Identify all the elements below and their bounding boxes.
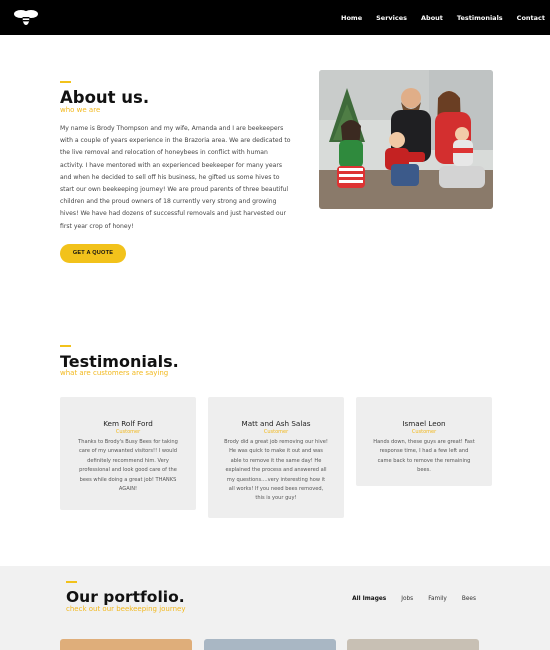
family-photo xyxy=(319,70,493,209)
filter-all-images[interactable]: All Images xyxy=(352,596,386,602)
nav-testimonials[interactable]: Testimonials xyxy=(457,14,503,22)
nav-contact[interactable]: Contact xyxy=(517,14,545,22)
bee-logo-icon[interactable] xyxy=(14,7,38,27)
testimonial-role: Customer xyxy=(263,429,289,435)
portfolio-subtitle: check out our beekeeping journey xyxy=(66,605,186,613)
main-nav: Home Services About Testimonials Contact xyxy=(327,0,545,35)
top-navigation-bar: Home Services About Testimonials Contact xyxy=(0,0,550,35)
testimonials-subtitle: what are customers are saying xyxy=(60,369,169,377)
testimonial-role: Customer xyxy=(115,429,141,435)
testimonial-text: Brody did a great job removing our hive!… xyxy=(224,439,328,502)
filter-jobs[interactable]: Jobs xyxy=(401,596,413,602)
portfolio-thumbnail[interactable] xyxy=(60,639,192,650)
about-accent-line xyxy=(60,81,71,83)
testimonial-card: Matt and Ash Salas Customer Brody did a … xyxy=(208,397,344,518)
filter-family[interactable]: Family xyxy=(428,596,447,602)
testimonial-role: Customer xyxy=(411,429,437,435)
testimonial-name: Ismael Leon xyxy=(402,419,446,428)
filter-bees[interactable]: Bees xyxy=(462,596,476,602)
nav-services[interactable]: Services xyxy=(376,14,407,22)
testimonial-card: Ismael Leon Customer Hands down, these g… xyxy=(356,397,492,486)
nav-home[interactable]: Home xyxy=(341,14,362,22)
testimonial-card: Kem Rolf Ford Customer Thanks to Brody's… xyxy=(60,397,196,510)
about-title: About us. xyxy=(60,88,150,107)
portfolio-accent-line xyxy=(66,581,77,583)
portfolio-title: Our portfolio. xyxy=(66,588,185,606)
portfolio-thumbnail[interactable] xyxy=(347,639,479,650)
testimonial-name: Matt and Ash Salas xyxy=(241,419,311,428)
testimonial-text: Thanks to Brody's Busy Bees for taking c… xyxy=(78,439,178,493)
get-a-quote-button[interactable]: GET A QUOTE xyxy=(60,244,126,263)
testimonial-name: Kem Rolf Ford xyxy=(103,419,153,428)
about-paragraph: My name is Brody Thompson and my wife, A… xyxy=(60,125,291,230)
testimonials-accent-line xyxy=(60,345,71,347)
portfolio-filters: All Images Jobs Family Bees xyxy=(337,596,476,602)
testimonial-text: Hands down, these guys are great! Fast r… xyxy=(373,439,475,474)
nav-about[interactable]: About xyxy=(421,14,443,22)
portfolio-thumbnail[interactable] xyxy=(204,639,336,650)
about-subtitle: who we are xyxy=(60,106,101,114)
